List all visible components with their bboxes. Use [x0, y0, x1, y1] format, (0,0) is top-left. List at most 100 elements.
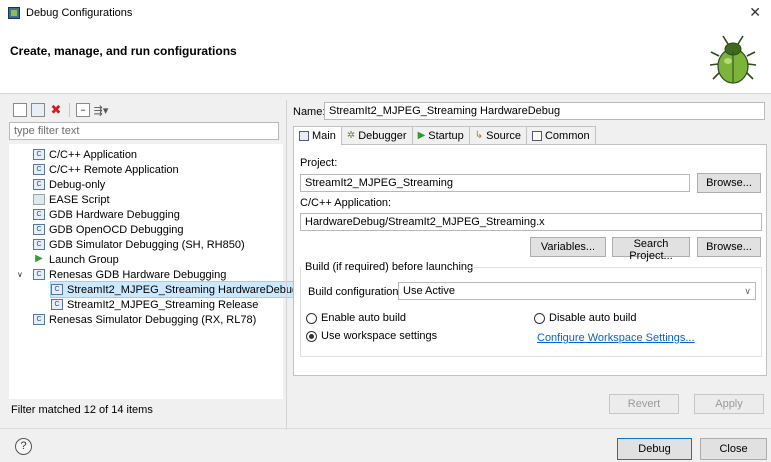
startup-icon: ▶ — [417, 130, 426, 141]
toolbar-separator — [69, 103, 70, 117]
apply-button[interactable]: Apply — [694, 394, 764, 414]
help-icon[interactable]: ? — [15, 438, 32, 455]
tab-startup[interactable]: ▶ Startup — [411, 126, 470, 144]
tab-label: Common — [544, 129, 590, 142]
search-project-button[interactable]: Search Project... — [612, 237, 690, 262]
application-input[interactable] — [300, 213, 762, 231]
use-workspace-settings-radio[interactable]: Use workspace settings — [306, 330, 437, 342]
script-icon — [33, 194, 45, 205]
tab-label: Main — [312, 130, 336, 142]
main-tab-content: Project: Browse... C/C++ Application: Va… — [293, 144, 767, 376]
tab-label: Debugger — [358, 129, 407, 142]
collapse-all-icon[interactable]: − — [76, 103, 90, 117]
radio-dot — [306, 312, 317, 324]
name-label: Name: — [293, 106, 326, 118]
config-type-icon: C — [33, 314, 45, 325]
filter-status: Filter matched 12 of 14 items — [11, 404, 153, 416]
tab-common[interactable]: Common — [525, 126, 596, 144]
configuration-list-panel: ✖ − ⇶▾ C C/C++ Application C C/C++ Remote … — [9, 100, 302, 425]
debug-button[interactable]: Debug — [617, 438, 692, 460]
disable-auto-build-radio[interactable]: Disable auto build — [534, 312, 636, 324]
tree-item-ease-script[interactable]: EASE Script — [33, 192, 110, 207]
radio-label: Disable auto build — [549, 312, 637, 324]
bug-icon — [709, 35, 757, 84]
config-icon: C — [51, 284, 63, 295]
tree-item-label: StreamIt2_MJPEG_Streaming HardwareDebug — [67, 283, 299, 296]
tree-item-label: GDB OpenOCD Debugging — [49, 223, 184, 236]
browse-application-button[interactable]: Browse... — [697, 237, 761, 257]
variables-button[interactable]: Variables... — [530, 237, 606, 257]
application-label: C/C++ Application: — [300, 197, 392, 209]
dialog-header: Create, manage, and run configurations — [0, 26, 771, 94]
config-type-icon: C — [33, 269, 45, 280]
delete-icon[interactable]: ✖ — [49, 102, 63, 117]
configuration-tree: C C/C++ Application C C/C++ Remote Applica… — [9, 144, 302, 399]
configuration-editor: Name: Main ✲Debugger ▶Startup ↳Source Co… — [291, 100, 767, 425]
tree-item-cpp-remote[interactable]: C C/C++ Remote Application — [33, 162, 179, 177]
build-group-border — [468, 267, 762, 268]
title-bar: Debug Configurations ✕ — [0, 0, 771, 26]
tree-item-label: GDB Hardware Debugging — [49, 208, 180, 221]
source-icon: ↳ — [474, 130, 484, 141]
tree-item-streamit-hardwaredebug[interactable]: C StreamIt2_MJPEG_Streaming HardwareDebug — [49, 281, 302, 298]
tree-item-renesas-gdb-hardware[interactable]: C Renesas GDB Hardware Debugging — [33, 267, 226, 282]
config-type-icon: C — [33, 239, 45, 250]
tree-item-gdb-openocd[interactable]: C GDB OpenOCD Debugging — [33, 222, 184, 237]
launch-icon: ▶ — [35, 253, 43, 264]
debugger-icon: ✲ — [346, 130, 356, 141]
tree-item-label: EASE Script — [49, 193, 110, 206]
close-icon[interactable]: ✕ — [749, 4, 761, 21]
build-config-select[interactable]: Use Active ∨ — [398, 282, 756, 300]
list-toolbar: ✖ − ⇶▾ — [9, 100, 283, 120]
tree-item-label: C/C++ Application — [49, 148, 138, 161]
build-config-value: Use Active — [403, 285, 455, 297]
dialog-subtitle: Create, manage, and run configurations — [10, 44, 237, 58]
radio-dot — [306, 330, 317, 342]
tree-item-label: GDB Simulator Debugging (SH, RH850) — [49, 238, 245, 251]
project-input[interactable] — [300, 174, 690, 192]
tree-item-renesas-simulator[interactable]: C Renesas Simulator Debugging (RX, RL78) — [33, 312, 256, 327]
config-tabs: Main ✲ Debugger ▶ Startup ↳ Source Common — [293, 126, 596, 145]
tree-item-streamit-release[interactable]: C StreamIt2_MJPEG_Streaming Release — [51, 297, 258, 312]
filter-input[interactable] — [9, 122, 279, 140]
tree-item-label: Launch Group — [49, 253, 119, 266]
close-button[interactable]: Close — [700, 438, 767, 460]
tree-item-label: Renesas Simulator Debugging (RX, RL78) — [49, 313, 257, 326]
tab-debugger[interactable]: ✲ Debugger — [340, 126, 413, 144]
name-input[interactable] — [324, 102, 765, 120]
tree-item-label: C/C++ Remote Application — [49, 163, 179, 176]
duplicate-icon[interactable] — [31, 103, 45, 117]
config-type-icon: C — [33, 149, 45, 160]
radio-label: Enable auto build — [321, 312, 407, 324]
tab-main[interactable]: Main — [293, 126, 342, 145]
tree-item-gdb-simulator[interactable]: C GDB Simulator Debugging (SH, RH850) — [33, 237, 245, 252]
radio-label: Use workspace settings — [321, 330, 438, 342]
tree-item-debug-only[interactable]: C Debug-only — [33, 177, 105, 192]
config-type-icon: C — [33, 209, 45, 220]
config-type-icon: C — [33, 164, 45, 175]
tree-item-cpp-application[interactable]: C C/C++ Application — [33, 147, 137, 162]
build-config-label: Build configuration: — [308, 286, 402, 298]
main-tab-icon — [299, 131, 309, 141]
panel-divider[interactable] — [286, 100, 287, 430]
config-type-icon: C — [33, 179, 45, 190]
footer-separator — [0, 428, 771, 429]
configure-workspace-link[interactable]: Configure Workspace Settings... — [537, 332, 695, 344]
radio-dot — [534, 312, 545, 324]
tree-item-label: Renesas GDB Hardware Debugging — [49, 268, 227, 281]
enable-auto-build-radio[interactable]: Enable auto build — [306, 312, 406, 324]
revert-button[interactable]: Revert — [609, 394, 679, 414]
tree-item-gdb-hardware[interactable]: C GDB Hardware Debugging — [33, 207, 180, 222]
tab-source[interactable]: ↳ Source — [468, 126, 527, 144]
expand-chevron-icon[interactable]: ∨ — [17, 270, 23, 279]
tree-item-label: StreamIt2_MJPEG_Streaming Release — [67, 298, 259, 311]
tree-item-launch-group[interactable]: ▶ Launch Group — [33, 252, 119, 267]
app-icon — [8, 7, 20, 19]
browse-project-button[interactable]: Browse... — [697, 173, 761, 193]
common-icon — [531, 130, 542, 141]
filter-icon[interactable]: ⇶▾ — [94, 103, 109, 117]
project-label: Project: — [300, 157, 338, 169]
tab-label: Source — [486, 129, 521, 142]
config-icon: C — [51, 299, 63, 310]
new-configuration-icon[interactable] — [13, 103, 27, 117]
